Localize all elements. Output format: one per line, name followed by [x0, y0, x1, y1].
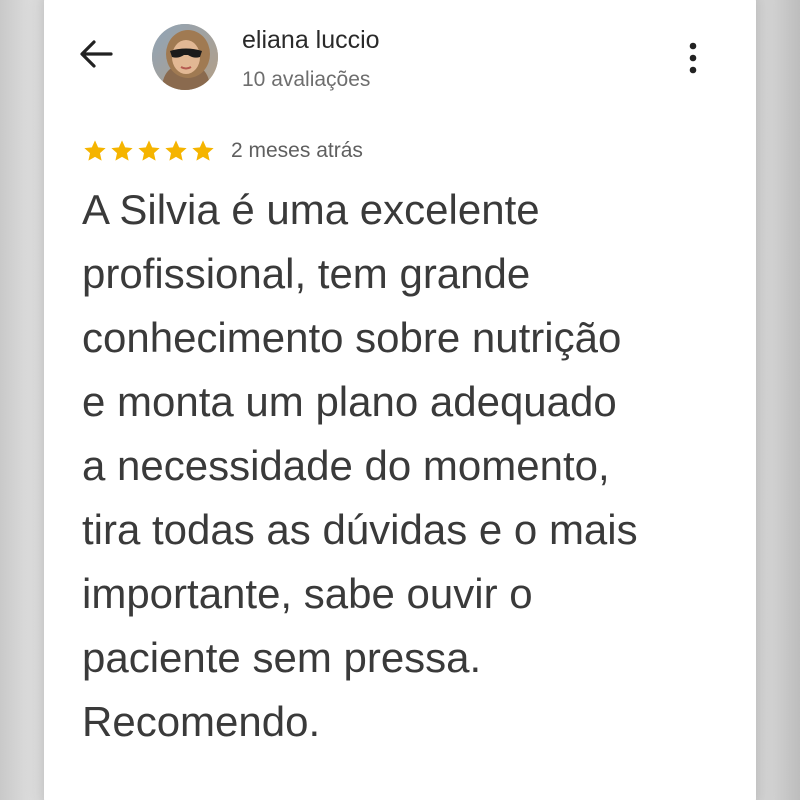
back-button[interactable]: [74, 32, 118, 76]
more-vertical-icon: [689, 42, 697, 74]
arrow-left-icon: [80, 40, 113, 68]
review-count: 10 avaliações: [242, 68, 371, 91]
rating-row: 2 meses atrás: [82, 136, 363, 166]
star-icon: [111, 140, 133, 161]
more-options-button[interactable]: [674, 38, 712, 78]
review-date: 2 meses atrás: [231, 139, 363, 162]
user-avatar: [152, 24, 218, 90]
star-icon: [138, 140, 160, 161]
review-card: eliana luccio 10 avaliações 2 meses atrá…: [44, 0, 756, 800]
star-icon: [192, 140, 214, 161]
star-icon: [84, 140, 106, 161]
review-text: A Silvia é uma excelente profissional, t…: [82, 186, 638, 745]
screen-background: eliana luccio 10 avaliações 2 meses atrá…: [0, 0, 800, 800]
star-rating: [82, 138, 217, 164]
star-icon: [165, 140, 187, 161]
reviewer-avatar[interactable]: [152, 24, 218, 90]
reviewer-name[interactable]: eliana luccio: [242, 26, 380, 55]
